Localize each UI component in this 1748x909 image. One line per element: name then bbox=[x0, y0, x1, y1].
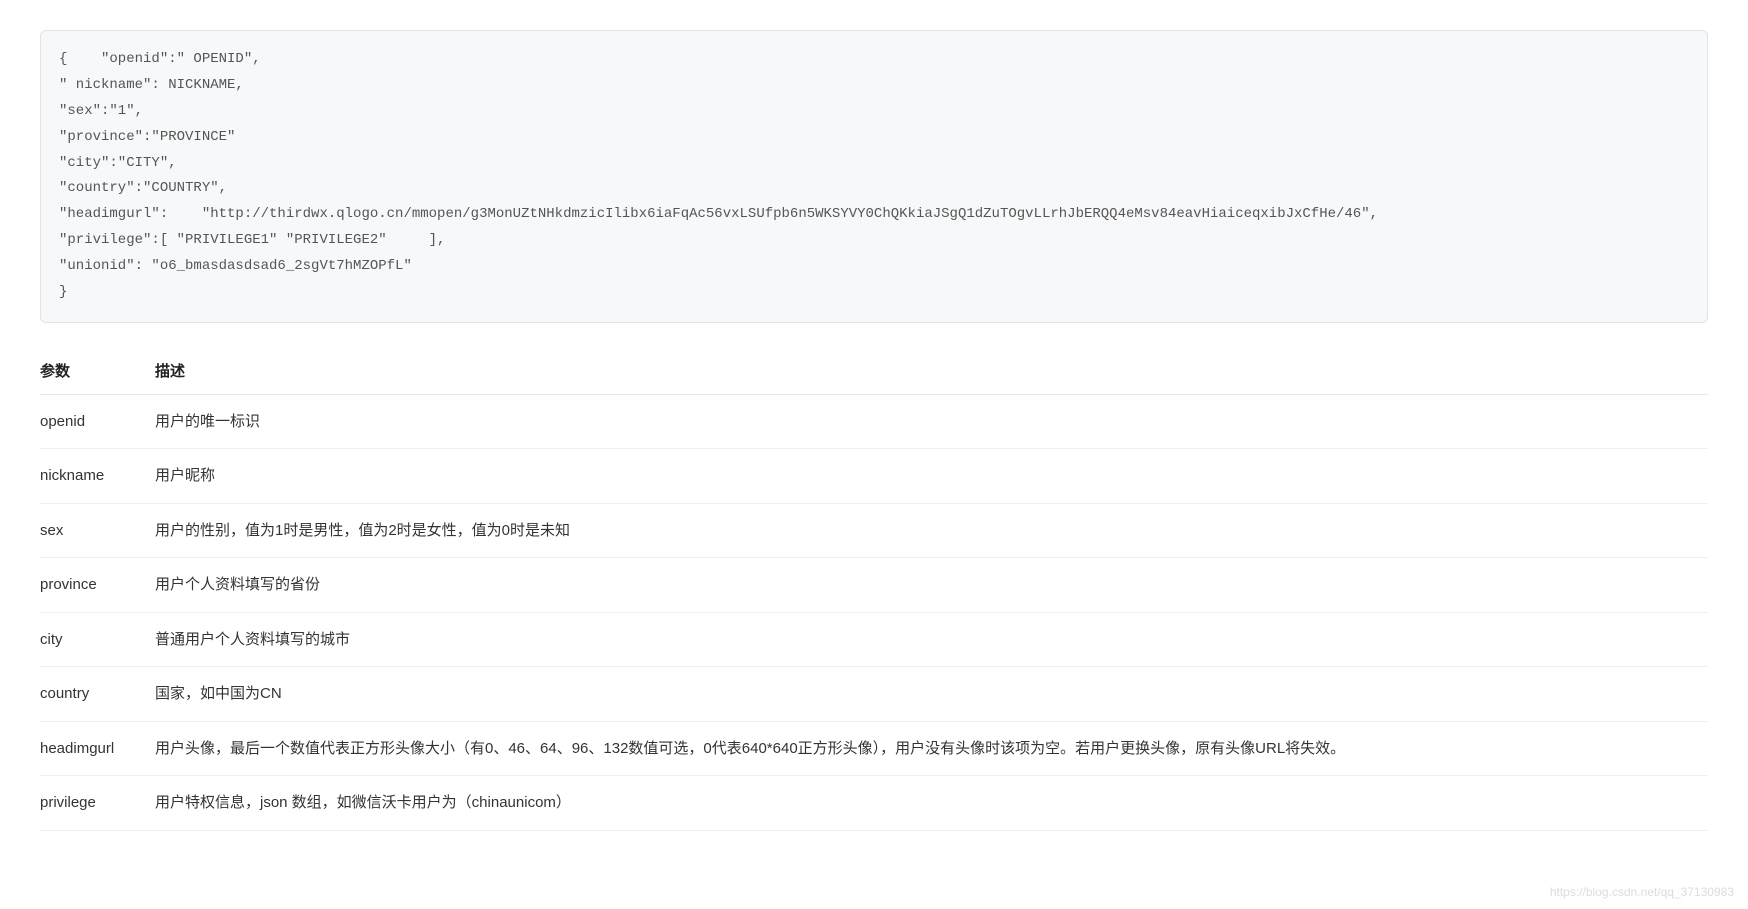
param-desc-cell: 普通用户个人资料填写的城市 bbox=[155, 612, 1708, 667]
param-desc-cell: 用户个人资料填写的省份 bbox=[155, 558, 1708, 613]
param-name-cell: privilege bbox=[40, 776, 155, 831]
param-name-cell: country bbox=[40, 667, 155, 722]
table-row: nickname 用户昵称 bbox=[40, 449, 1708, 504]
param-name-cell: headimgurl bbox=[40, 721, 155, 776]
param-name-cell: city bbox=[40, 612, 155, 667]
table-header-row: 参数 描述 bbox=[40, 347, 1708, 395]
table-row: sex 用户的性别，值为1时是男性，值为2时是女性，值为0时是未知 bbox=[40, 503, 1708, 558]
table-row: country 国家，如中国为CN bbox=[40, 667, 1708, 722]
param-desc-cell: 用户特权信息，json 数组，如微信沃卡用户为（chinaunicom） bbox=[155, 776, 1708, 831]
param-desc-cell: 用户的性别，值为1时是男性，值为2时是女性，值为0时是未知 bbox=[155, 503, 1708, 558]
table-row: headimgurl 用户头像，最后一个数值代表正方形头像大小（有0、46、64… bbox=[40, 721, 1708, 776]
param-desc-cell: 用户头像，最后一个数值代表正方形头像大小（有0、46、64、96、132数值可选… bbox=[155, 721, 1708, 776]
param-name-cell: nickname bbox=[40, 449, 155, 504]
param-desc-cell: 用户昵称 bbox=[155, 449, 1708, 504]
param-name-cell: province bbox=[40, 558, 155, 613]
header-param: 参数 bbox=[40, 347, 155, 395]
param-desc-cell: 用户的唯一标识 bbox=[155, 394, 1708, 449]
param-name-cell: sex bbox=[40, 503, 155, 558]
watermark-text: https://blog.csdn.net/qq_37130983 bbox=[1550, 885, 1734, 899]
table-row: openid 用户的唯一标识 bbox=[40, 394, 1708, 449]
table-row: province 用户个人资料填写的省份 bbox=[40, 558, 1708, 613]
header-desc: 描述 bbox=[155, 347, 1708, 395]
param-name-cell: openid bbox=[40, 394, 155, 449]
table-row: city 普通用户个人资料填写的城市 bbox=[40, 612, 1708, 667]
table-row: privilege 用户特权信息，json 数组，如微信沃卡用户为（chinau… bbox=[40, 776, 1708, 831]
json-code-block: { "openid":" OPENID", " nickname": NICKN… bbox=[40, 30, 1708, 323]
param-desc-cell: 国家，如中国为CN bbox=[155, 667, 1708, 722]
parameter-table: 参数 描述 openid 用户的唯一标识 nickname 用户昵称 sex 用… bbox=[40, 347, 1708, 831]
